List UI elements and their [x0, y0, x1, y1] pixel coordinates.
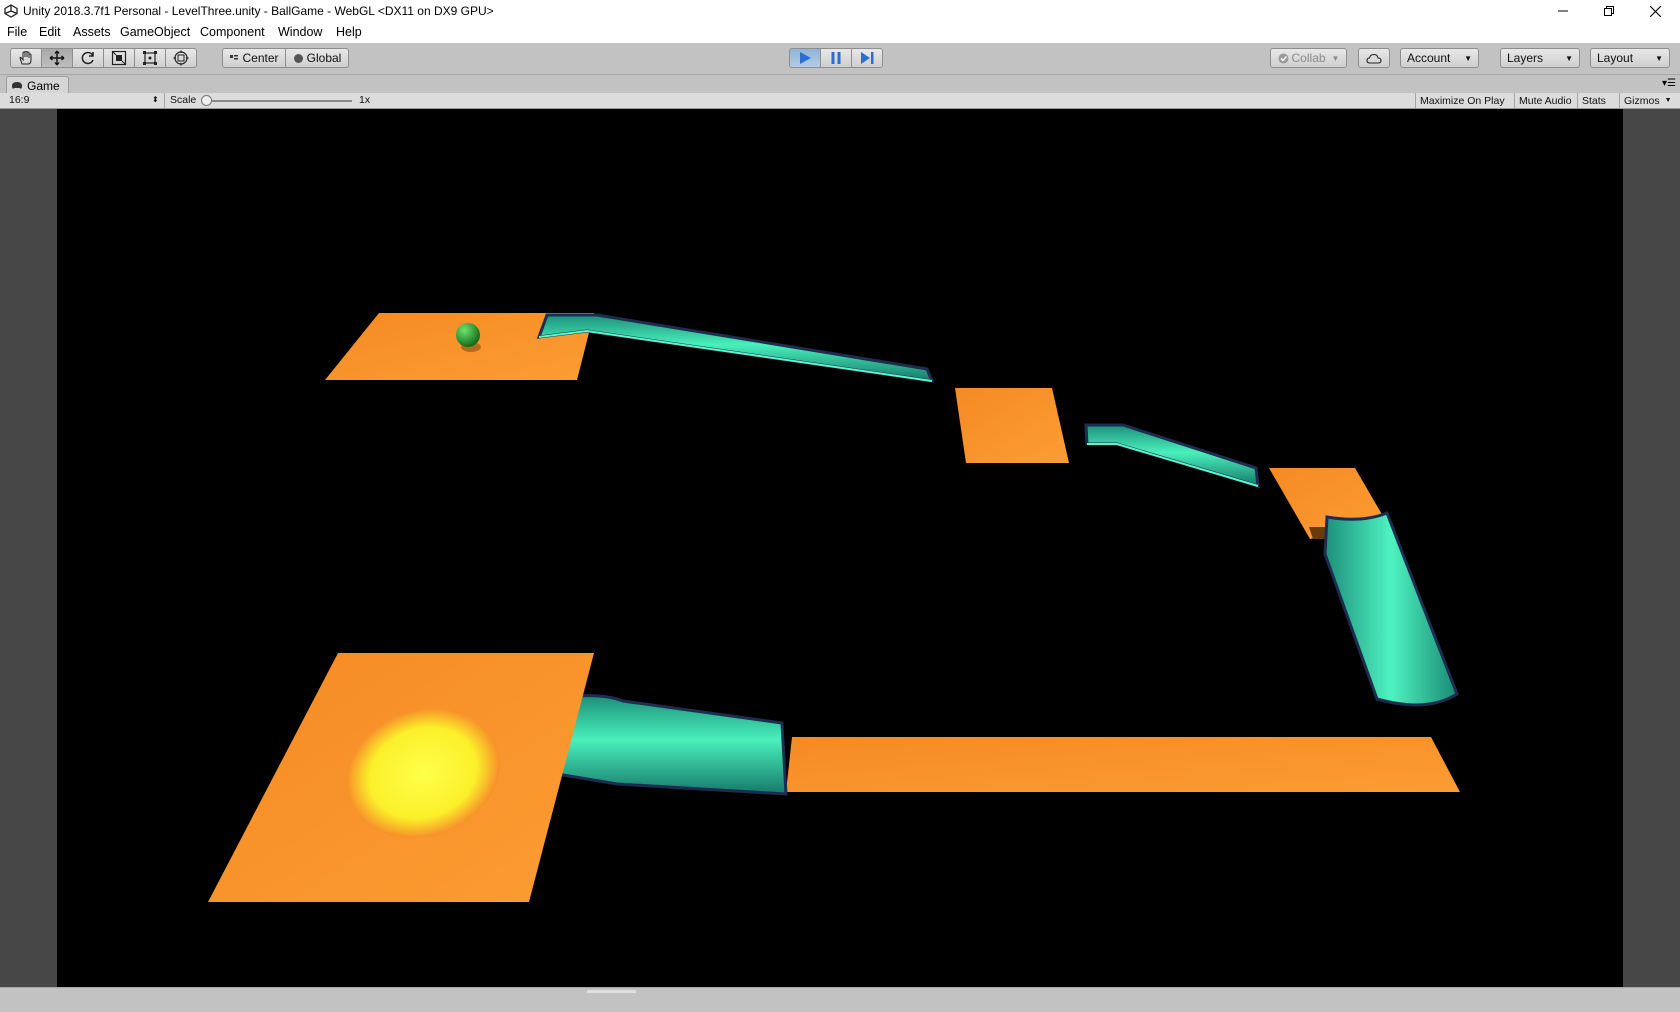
- close-button[interactable]: [1632, 0, 1678, 22]
- gizmos-dropdown[interactable]: Gizmos ▼: [1619, 93, 1680, 108]
- tube-segment-2: [1084, 423, 1260, 489]
- layout-dropdown[interactable]: Layout ▼: [1590, 48, 1670, 68]
- tab-game-label: Game: [27, 78, 60, 93]
- minimize-button[interactable]: [1540, 0, 1586, 22]
- account-dropdown[interactable]: Account ▼: [1400, 48, 1479, 68]
- mute-audio-label: Mute Audio: [1519, 94, 1572, 107]
- restore-icon: [1604, 6, 1614, 16]
- gizmos-label: Gizmos: [1624, 94, 1660, 107]
- game-viewport[interactable]: [57, 109, 1623, 987]
- panel-menu-icon[interactable]: ▾☰: [1662, 78, 1676, 89]
- rotate-tool-button[interactable]: [72, 48, 104, 68]
- transform-tool-button[interactable]: [165, 48, 197, 68]
- transform-icon: [173, 50, 189, 66]
- player-ball: [456, 323, 480, 347]
- transform-tools: [10, 48, 197, 68]
- chevron-down-icon: ▼: [1464, 53, 1472, 63]
- pause-icon: [831, 52, 841, 64]
- scale-icon: [111, 50, 127, 66]
- hand-tool-button[interactable]: [10, 48, 42, 68]
- chevron-down-icon: ▼: [1655, 53, 1663, 63]
- globe-icon: [293, 53, 303, 63]
- layers-dropdown[interactable]: Layers ▼: [1500, 48, 1580, 68]
- unity-logo-icon: [4, 4, 18, 18]
- cloud-button[interactable]: [1358, 48, 1390, 68]
- collab-dropdown[interactable]: Collab ▼: [1270, 48, 1347, 68]
- restore-button[interactable]: [1586, 0, 1632, 22]
- rotate-icon: [81, 51, 94, 65]
- step-button[interactable]: [851, 48, 883, 68]
- main-toolbar: Center Global Collab ▼ Account ▼ Layers …: [0, 43, 1680, 75]
- status-bar: [0, 987, 1680, 1012]
- playback-controls: [789, 48, 883, 68]
- panel-tab-row: Game ▾☰: [0, 75, 1680, 94]
- scale-value: 1x: [359, 94, 371, 106]
- tab-game[interactable]: Game: [6, 76, 69, 94]
- account-label: Account: [1407, 51, 1451, 65]
- maximize-on-play-toggle[interactable]: Maximize On Play: [1415, 93, 1509, 108]
- game-view-area: [0, 109, 1680, 987]
- long-platform: [786, 737, 1460, 792]
- window-titlebar: Unity 2018.3.7f1 Personal - LevelThree.u…: [0, 0, 1680, 22]
- pivot-global-button[interactable]: Global: [285, 48, 349, 68]
- game-view-controls: 16:9 ⬍ Scale 1x Maximize On Play Mute Au…: [0, 93, 1680, 109]
- menu-window[interactable]: Window: [278, 25, 322, 39]
- step-icon: [860, 52, 873, 64]
- aspect-stepper-icon[interactable]: ⬍: [152, 95, 159, 104]
- move-icon: [49, 50, 65, 66]
- collab-label: Collab: [1291, 51, 1326, 65]
- scale-label: Scale: [170, 94, 197, 106]
- pivot-center-button[interactable]: Center: [222, 48, 286, 68]
- menu-edit[interactable]: Edit: [39, 25, 61, 39]
- chevron-down-icon: ▼: [1565, 53, 1573, 63]
- space-label: Global: [306, 51, 342, 65]
- pause-button[interactable]: [820, 48, 852, 68]
- chevron-down-icon: ▼: [1664, 97, 1672, 104]
- rect-icon: [143, 51, 157, 65]
- aspect-dropdown[interactable]: 16:9: [9, 94, 29, 106]
- hand-icon: [19, 51, 32, 65]
- menu-assets[interactable]: Assets: [73, 25, 111, 39]
- middle-platform: [955, 388, 1069, 463]
- status-progress: [587, 990, 636, 993]
- layout-label: Layout: [1597, 51, 1634, 65]
- game-controller-icon: [12, 81, 22, 89]
- stats-toggle[interactable]: Stats: [1577, 93, 1610, 108]
- window-title: Unity 2018.3.7f1 Personal - LevelThree.u…: [23, 4, 494, 18]
- play-icon: [800, 52, 811, 64]
- tube-segment-1: [536, 313, 935, 383]
- scale-tool-button[interactable]: [103, 48, 135, 68]
- menu-bar: File Edit Assets GameObject Component Wi…: [0, 22, 1680, 43]
- menu-help[interactable]: Help: [336, 25, 362, 39]
- stats-label: Stats: [1582, 94, 1606, 107]
- menu-file[interactable]: File: [7, 25, 27, 39]
- pivot-label: Center: [242, 51, 279, 65]
- pivot-icon: [230, 55, 239, 60]
- check-icon: [1278, 53, 1289, 63]
- move-tool-button[interactable]: [41, 48, 73, 68]
- cloud-icon: [1366, 53, 1382, 64]
- close-icon: [1649, 5, 1661, 17]
- mute-audio-toggle[interactable]: Mute Audio: [1514, 93, 1576, 108]
- scale-slider-handle[interactable]: [201, 95, 212, 106]
- divider: [164, 93, 165, 108]
- rect-tool-button[interactable]: [134, 48, 166, 68]
- minimize-icon: [1558, 10, 1568, 12]
- maximize-on-play-label: Maximize On Play: [1420, 94, 1505, 107]
- tube-segment-3: [1323, 511, 1459, 707]
- chevron-down-icon: ▼: [1331, 53, 1340, 63]
- layers-label: Layers: [1507, 51, 1544, 65]
- scale-slider-track[interactable]: [205, 100, 352, 102]
- menu-gameobject[interactable]: GameObject: [120, 25, 190, 39]
- menu-component[interactable]: Component: [200, 25, 265, 39]
- play-button[interactable]: [789, 48, 821, 68]
- tube-segment-4: [555, 694, 788, 796]
